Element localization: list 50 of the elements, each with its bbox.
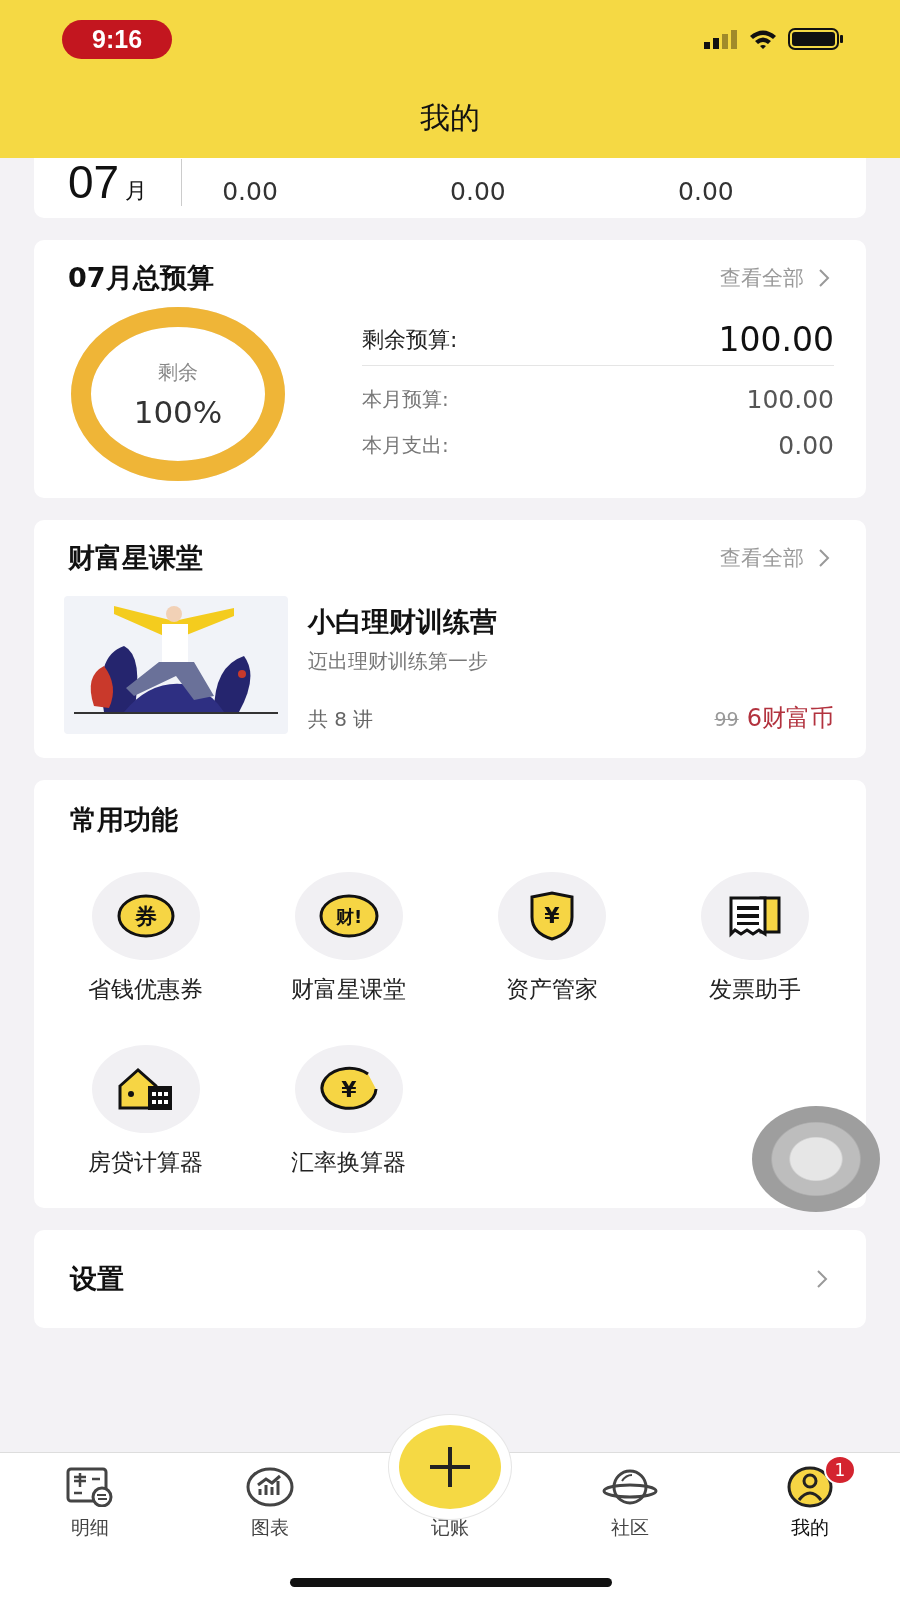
section-title: 财富星课堂 <box>68 541 204 575</box>
page-title: 我的 <box>419 99 481 137</box>
tab-item[interactable]: 社区 <box>540 1453 720 1600</box>
summary-amount: 0.00 <box>449 177 507 206</box>
signal-icon <box>704 29 738 49</box>
summary-amount: 0.00 <box>221 177 279 206</box>
summary-amount: 0.00 <box>677 177 735 206</box>
course-title: 小白理财训练营 <box>308 605 498 639</box>
function-item[interactable]: 券 省钱优惠券 <box>44 872 247 1005</box>
coin-icon: 财! <box>317 893 380 939</box>
profile-icon <box>786 1466 834 1508</box>
course-price: 6财富币 <box>746 703 834 734</box>
function-item[interactable]: 房贷计算器 <box>44 1045 247 1178</box>
budget-label: 剩余预算: <box>362 325 458 354</box>
function-item[interactable]: 发票助手 <box>653 872 856 1005</box>
budget-amount: 100.00 <box>746 384 834 414</box>
chart-icon <box>246 1467 294 1507</box>
ring-label: 剩余 <box>158 358 198 386</box>
plus-icon <box>427 1444 473 1490</box>
course-subtitle: 迈出理财训练第一步 <box>308 648 489 675</box>
settings-row[interactable]: 设置 <box>34 1230 866 1328</box>
budget-label: 本月支出: <box>362 431 449 459</box>
budget-label: 本月预算: <box>362 385 449 413</box>
notification-badge: 1 <box>824 1455 856 1485</box>
function-item[interactable]: ¥ 汇率换算器 <box>247 1045 450 1178</box>
settings-label: 设置 <box>70 1262 124 1296</box>
section-title: 常用功能 <box>69 803 179 837</box>
section-title: 07月总预算 <box>68 261 215 295</box>
budget-amount: 100.00 <box>718 320 834 359</box>
planet-icon <box>602 1467 658 1507</box>
budget-amount: 0.00 <box>778 430 834 460</box>
ring-percent: 100% <box>133 393 223 430</box>
lesson-count: 共 8 讲 <box>308 706 375 733</box>
coupon-icon: 券 <box>115 893 176 939</box>
month-unit: 月 <box>125 177 148 205</box>
chevron-icon <box>816 1269 828 1289</box>
tab-label[interactable]: 记账 <box>431 1515 469 1541</box>
function-item[interactable]: ¥ 资产管家 <box>450 872 653 1005</box>
tab-item[interactable]: 1 我的 <box>720 1453 900 1600</box>
wifi-icon <box>748 28 778 50</box>
function-item[interactable]: 财! 财富星课堂 <box>247 872 450 1005</box>
tab-item[interactable]: 明细 <box>0 1453 180 1600</box>
tab-item[interactable]: 图表 <box>180 1453 360 1600</box>
chevron-icon <box>818 268 830 288</box>
month-number: 07 <box>68 159 120 205</box>
status-time: 9:16 <box>62 19 173 59</box>
original-price: 99 <box>714 708 739 730</box>
ledger-icon <box>66 1467 114 1507</box>
battery-icon <box>788 28 844 50</box>
chevron-icon <box>818 548 830 568</box>
